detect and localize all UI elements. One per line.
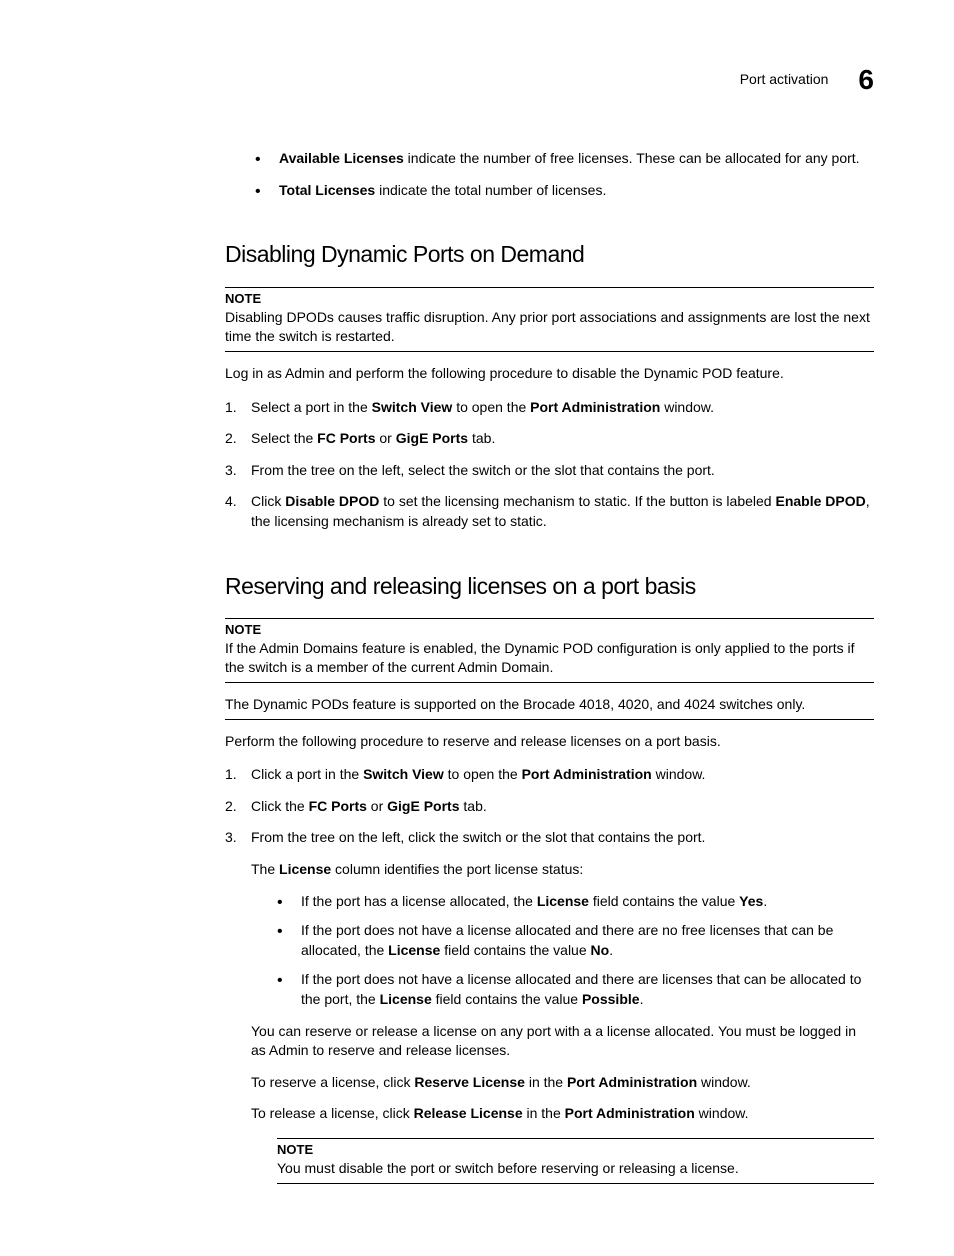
paragraph: Perform the following procedure to reser… bbox=[225, 732, 874, 752]
header-topic: Port activation bbox=[740, 70, 829, 90]
list-item: If the port has a license allocated, the… bbox=[277, 892, 874, 912]
procedure-list: Click a port in the Switch View to open … bbox=[225, 765, 874, 1184]
step-item: Select a port in the Switch View to open… bbox=[225, 398, 874, 418]
procedure-list: Select a port in the Switch View to open… bbox=[225, 398, 874, 532]
document-page: Port activation 6 Available Licenses ind… bbox=[0, 0, 954, 1256]
paragraph: To release a license, click Release Lice… bbox=[251, 1104, 874, 1124]
page-header: Port activation 6 bbox=[80, 60, 874, 99]
nested-bullet-list: If the port has a license allocated, the… bbox=[277, 892, 874, 1010]
note-body: You must disable the port or switch befo… bbox=[277, 1159, 874, 1184]
step-item: From the tree on the left, select the sw… bbox=[225, 461, 874, 481]
section-heading-reserving: Reserving and releasing licenses on a po… bbox=[225, 570, 874, 602]
step-item: Click the FC Ports or GigE Ports tab. bbox=[225, 797, 874, 817]
chapter-number: 6 bbox=[858, 60, 874, 99]
paragraph: The License column identifies the port l… bbox=[251, 860, 874, 880]
paragraph: You can reserve or release a license on … bbox=[251, 1022, 874, 1061]
note-body: Disabling DPODs causes traffic disruptio… bbox=[225, 308, 874, 352]
section-heading-disabling: Disabling Dynamic Ports on Demand bbox=[225, 238, 874, 270]
list-item: If the port does not have a license allo… bbox=[277, 970, 874, 1009]
step-item: Click Disable DPOD to set the licensing … bbox=[225, 492, 874, 531]
list-item: If the port does not have a license allo… bbox=[277, 921, 874, 960]
note-label: NOTE bbox=[225, 618, 874, 639]
paragraph: Log in as Admin and perform the followin… bbox=[225, 364, 874, 384]
note-label: NOTE bbox=[225, 287, 874, 308]
list-item: Total Licenses indicate the total number… bbox=[255, 181, 874, 201]
inline-note: NOTE You must disable the port or switch… bbox=[277, 1138, 874, 1184]
note-label: NOTE bbox=[277, 1138, 874, 1159]
step-item: Click a port in the Switch View to open … bbox=[225, 765, 874, 785]
page-content: Available Licenses indicate the number o… bbox=[225, 149, 874, 1184]
list-item: Available Licenses indicate the number o… bbox=[255, 149, 874, 169]
paragraph: To reserve a license, click Reserve Lice… bbox=[251, 1073, 874, 1093]
note-body: If the Admin Domains feature is enabled,… bbox=[225, 639, 874, 683]
step-item: Select the FC Ports or GigE Ports tab. bbox=[225, 429, 874, 449]
intro-bullet-list: Available Licenses indicate the number o… bbox=[255, 149, 874, 200]
step-item: From the tree on the left, click the swi… bbox=[225, 828, 874, 1183]
support-notice: The Dynamic PODs feature is supported on… bbox=[225, 695, 874, 720]
